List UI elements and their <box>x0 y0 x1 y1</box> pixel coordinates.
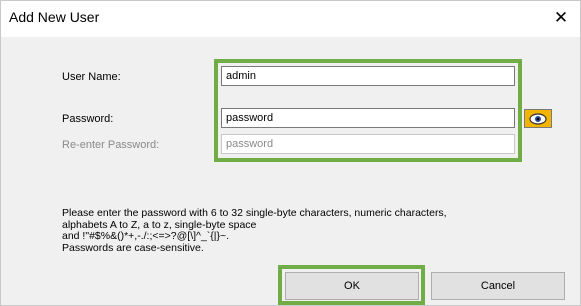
show-password-button[interactable] <box>524 109 552 128</box>
username-label: User Name: <box>62 71 121 83</box>
title-bar: Add New User ✕ <box>1 1 580 37</box>
password-rules-line: Please enter the password with 6 to 32 s… <box>62 207 447 219</box>
eye-icon <box>529 112 547 125</box>
password-label: Password: <box>62 113 114 125</box>
reenter-password-label: Re-enter Password: <box>62 139 160 151</box>
password-rules-line: and !"#$%&()*+,-./:;<=>?@[\]^_`{|}~. <box>62 230 230 242</box>
password-rules-text: Please enter the password with 6 to 32 s… <box>62 207 447 254</box>
username-field[interactable]: admin <box>221 66 515 86</box>
ok-button[interactable]: OK <box>285 272 419 300</box>
close-icon: ✕ <box>553 8 569 27</box>
cancel-button[interactable]: Cancel <box>431 272 565 300</box>
password-field[interactable]: password <box>221 108 515 128</box>
dialog-title: Add New User <box>9 9 100 25</box>
close-button[interactable]: ✕ <box>546 4 576 32</box>
add-new-user-dialog: Add New User ✕ User Name: Password: Re-e… <box>0 0 581 306</box>
password-rules-line: Passwords are case-sensitive. <box>62 241 204 254</box>
reenter-password-field[interactable]: password <box>221 134 515 154</box>
